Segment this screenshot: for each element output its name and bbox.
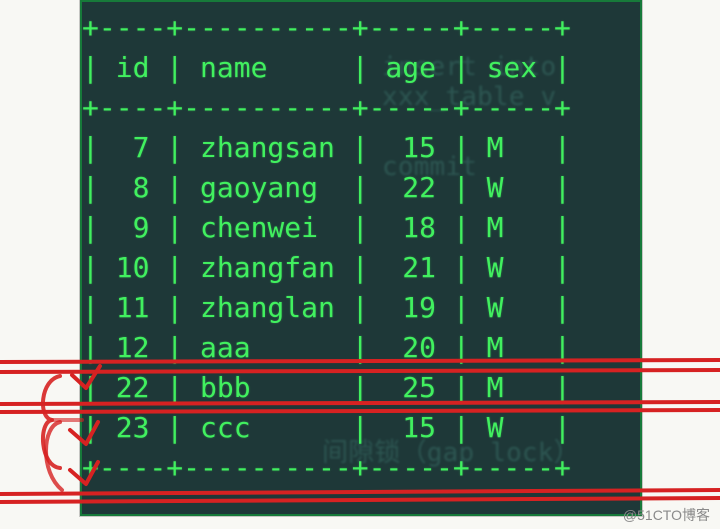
watermark: @51CTO博客 xyxy=(623,505,710,525)
ascii-table: +----+----------+-----+-----+ | id | nam… xyxy=(82,2,640,488)
mysql-table-terminal: insert into xxx_table v commit 间隙锁（gap l… xyxy=(80,0,642,516)
